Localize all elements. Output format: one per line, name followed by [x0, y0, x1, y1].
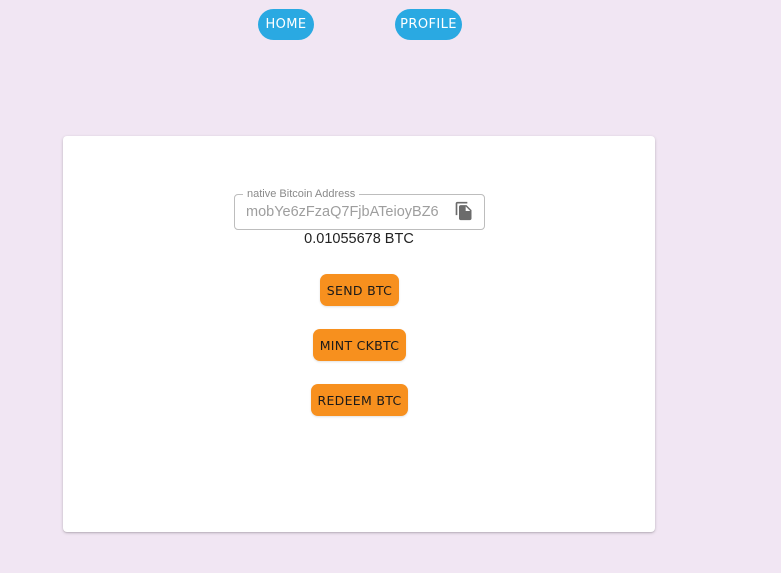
mint-ckbtc-button[interactable]: MINT CKBTC [313, 329, 406, 361]
send-btc-button[interactable]: SEND BTC [320, 274, 399, 306]
wallet-card: native Bitcoin Address mobYe6zFzaQ7FjbAT… [63, 136, 655, 532]
profile-nav-button[interactable]: PROFILE [395, 9, 462, 40]
bitcoin-address-label: native Bitcoin Address [243, 188, 360, 200]
copy-icon[interactable] [454, 201, 474, 221]
redeem-btc-button[interactable]: REDEEM BTC [311, 384, 408, 416]
home-nav-button[interactable]: HOME [258, 9, 314, 40]
bitcoin-address-input[interactable]: mobYe6zFzaQ7FjbATeioyBZ6 [246, 202, 438, 222]
btc-balance: 0.01055678 BTC [304, 231, 414, 247]
bitcoin-address-field: native Bitcoin Address mobYe6zFzaQ7FjbAT… [234, 188, 485, 230]
